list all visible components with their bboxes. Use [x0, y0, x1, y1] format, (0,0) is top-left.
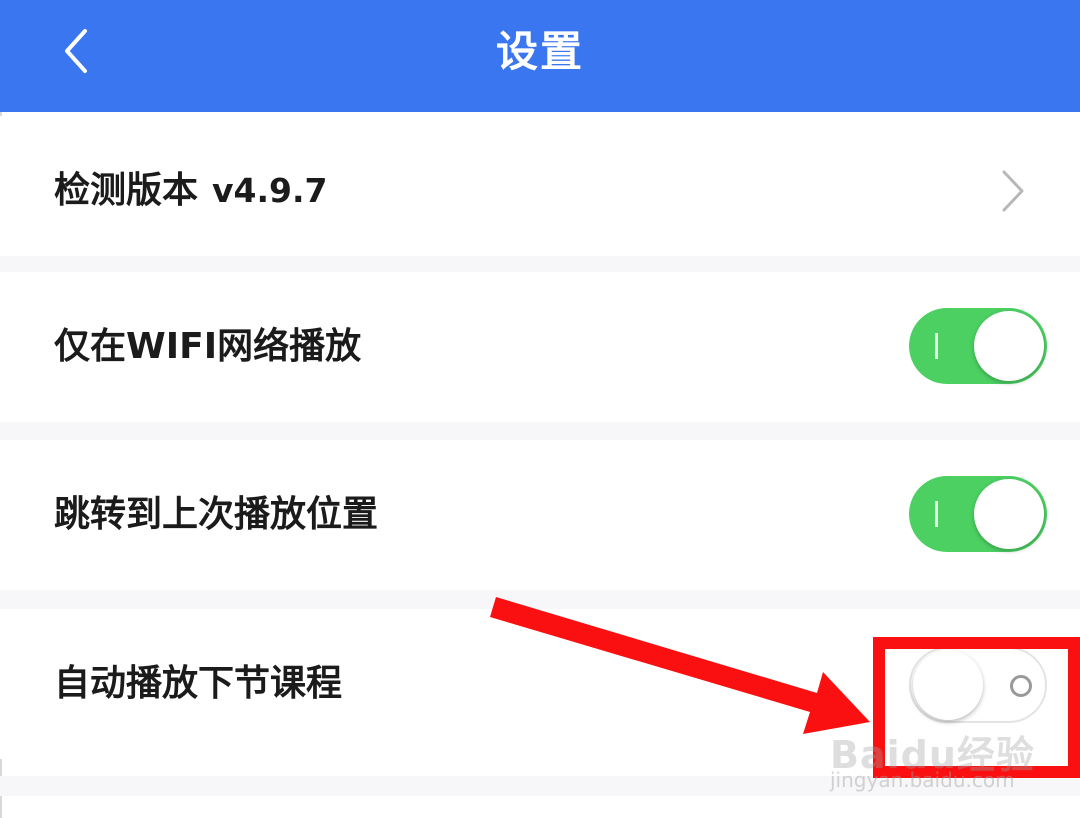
- setting-label-resume-position: 跳转到上次播放位置: [54, 494, 379, 535]
- page-title: 设置: [495, 27, 584, 76]
- setting-label-check-version: 检测版本: [54, 170, 199, 211]
- setting-label-autoplay-next: 自动播放下节课程: [54, 663, 343, 704]
- setting-row-wifi-only: 仅在WIFI网络播放: [0, 272, 1080, 422]
- row-separator: [0, 590, 1080, 610]
- chevron-right-icon[interactable]: [986, 166, 1036, 216]
- setting-row-check-version[interactable]: 检测版本 v4.9.7: [0, 116, 1080, 266]
- toggle-wifi-only[interactable]: [909, 308, 1047, 384]
- settings-screen: 设置 检测版本 v4.9.7 仅在WIFI网络播放 跳转到上次播放位置 自动播放…: [0, 0, 1080, 818]
- version-text: v4.9.7: [212, 171, 328, 210]
- watermark-url: jingyan.baidu.com: [830, 768, 1015, 792]
- app-header: 设置: [0, 0, 1080, 112]
- row-separator: [0, 422, 1080, 442]
- setting-row-resume-position: 跳转到上次播放位置: [0, 440, 1080, 590]
- toggle-knob: [974, 311, 1044, 381]
- toggle-knob: [974, 479, 1044, 549]
- setting-label-wifi-only: 仅在WIFI网络播放: [54, 326, 362, 367]
- toggle-on-mark: [935, 333, 938, 359]
- toggle-resume-position[interactable]: [909, 476, 1047, 552]
- toggle-on-mark: [935, 501, 938, 527]
